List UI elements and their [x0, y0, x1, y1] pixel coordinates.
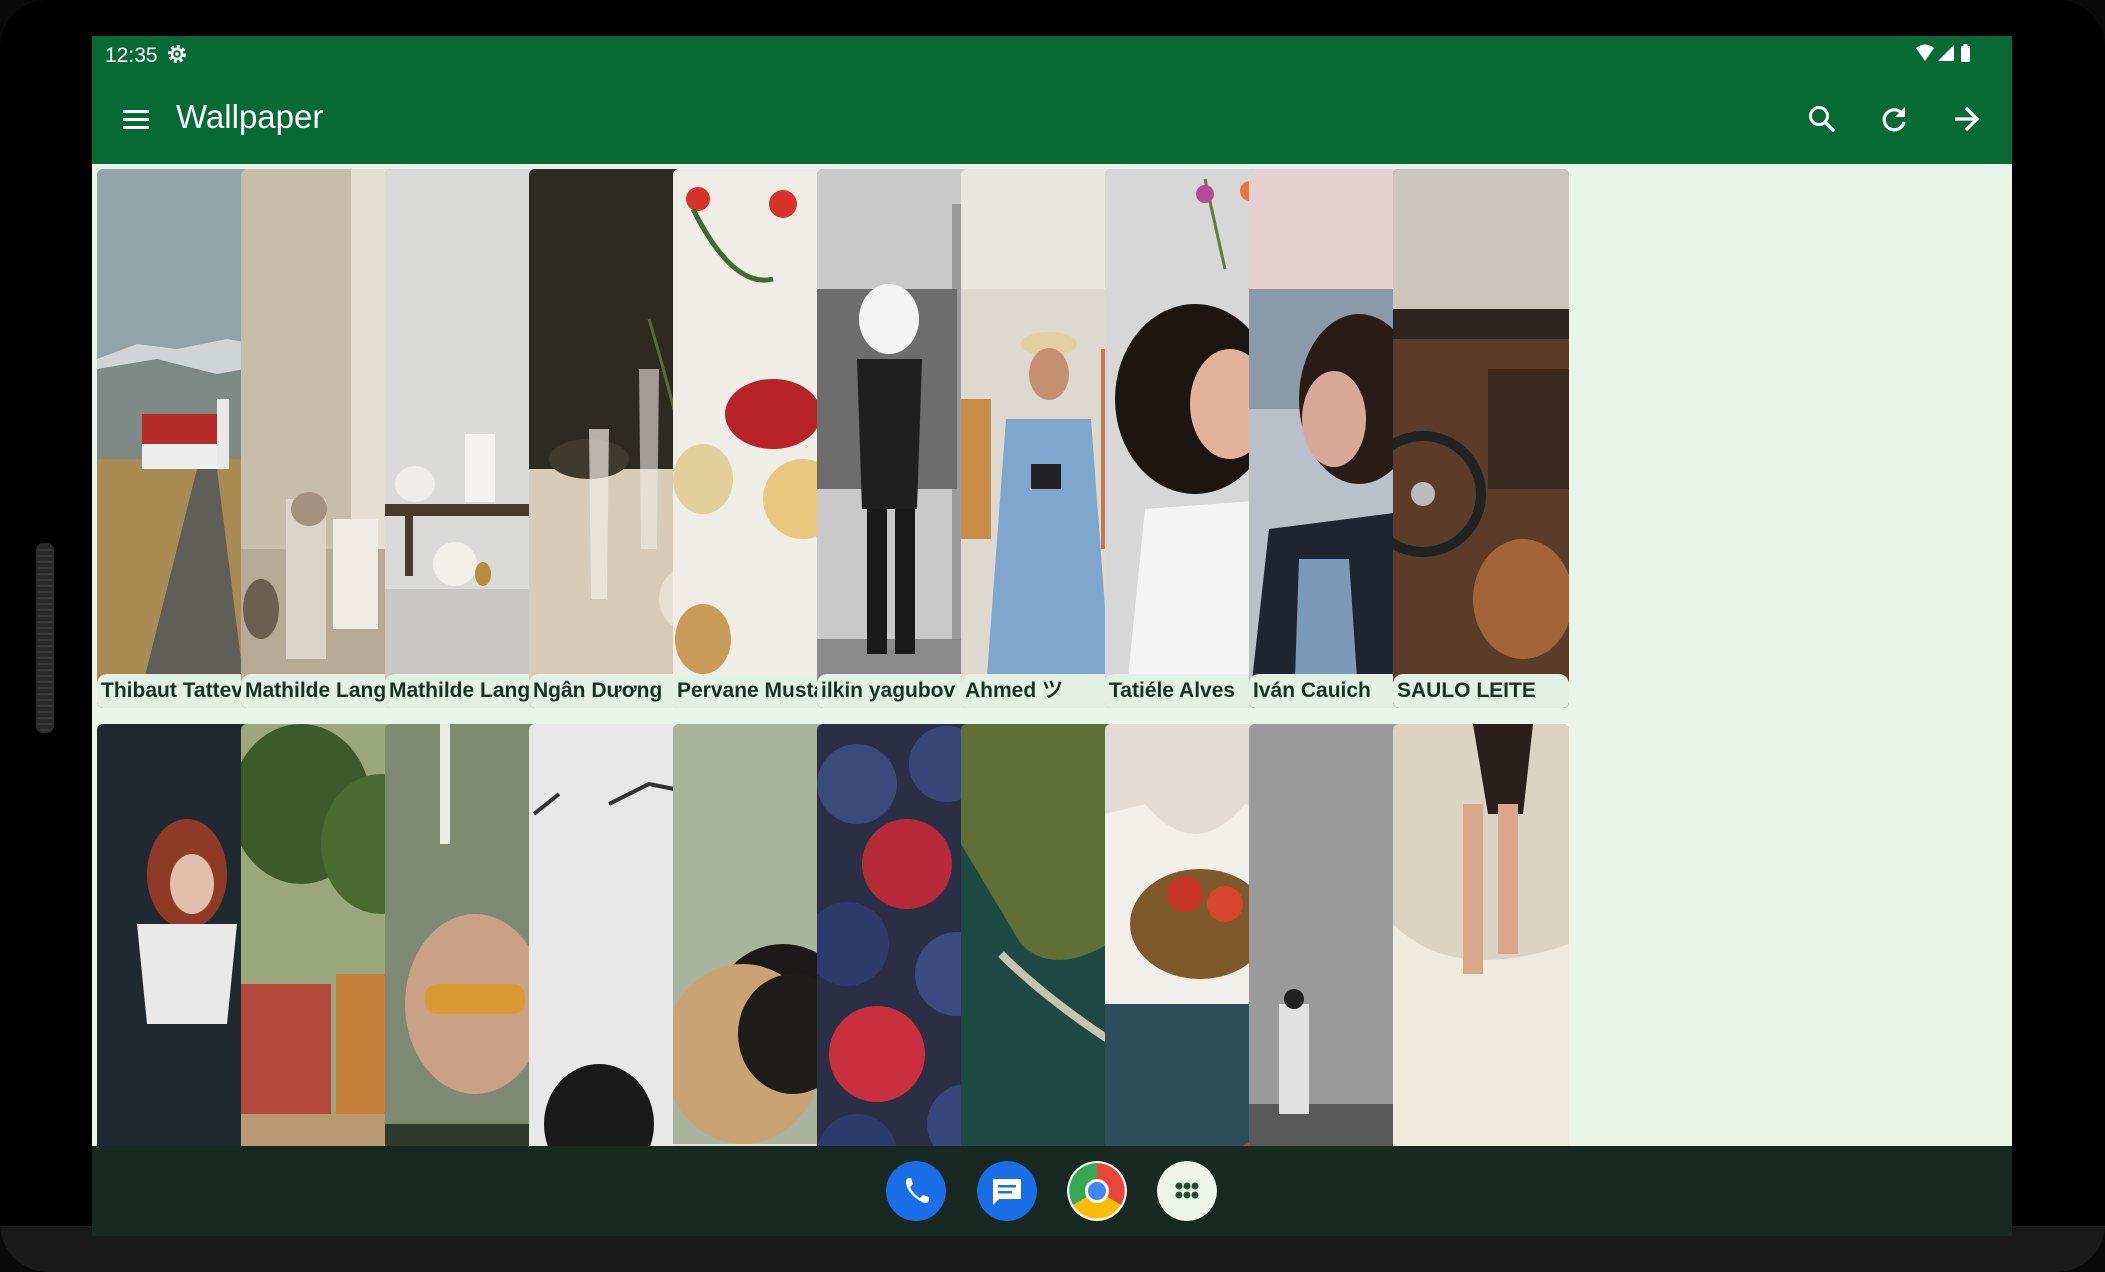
- app-title: Wallpaper: [176, 98, 324, 135]
- app-drawer-icon[interactable]: [1157, 1161, 1217, 1221]
- battery-icon: [1961, 46, 1970, 62]
- messages-icon[interactable]: [977, 1161, 1037, 1221]
- wifi-icon: [1916, 44, 1934, 61]
- side-button: [36, 543, 54, 733]
- chrome-icon[interactable]: [1067, 1161, 1127, 1221]
- search-icon[interactable]: [1803, 100, 1841, 138]
- screen: 12:35 Wallpaper Thibaut Tattevin Mathild…: [92, 36, 2012, 1236]
- wallpaper-card[interactable]: [1393, 724, 1569, 1184]
- phone-icon[interactable]: [886, 1161, 946, 1221]
- refresh-icon[interactable]: [1875, 100, 1913, 138]
- system-status-icons: [1916, 44, 1970, 62]
- wallpaper-card[interactable]: SAULO LEITE: [1393, 169, 1569, 708]
- status-time: 12:35: [105, 44, 158, 67]
- wallpaper-thumbnail: [1393, 724, 1569, 1184]
- wallpaper-grid: Thibaut Tattevin Mathilde Lange... Mathi…: [92, 164, 2012, 1184]
- navigation-bar: [92, 1146, 2012, 1236]
- menu-icon[interactable]: [118, 101, 154, 137]
- arrow-forward-icon[interactable]: [1947, 100, 1985, 138]
- app-bar: Wallpaper: [92, 74, 2012, 164]
- cellular-icon: [1938, 45, 1954, 61]
- settings-gear-icon: [168, 45, 186, 63]
- status-bar: 12:35: [92, 36, 2012, 74]
- wallpaper-author-label: SAULO LEITE: [1393, 674, 1569, 708]
- wallpaper-thumbnail: [1393, 169, 1569, 708]
- tablet-frame: 12:35 Wallpaper Thibaut Tattevin Mathild…: [0, 0, 2105, 1272]
